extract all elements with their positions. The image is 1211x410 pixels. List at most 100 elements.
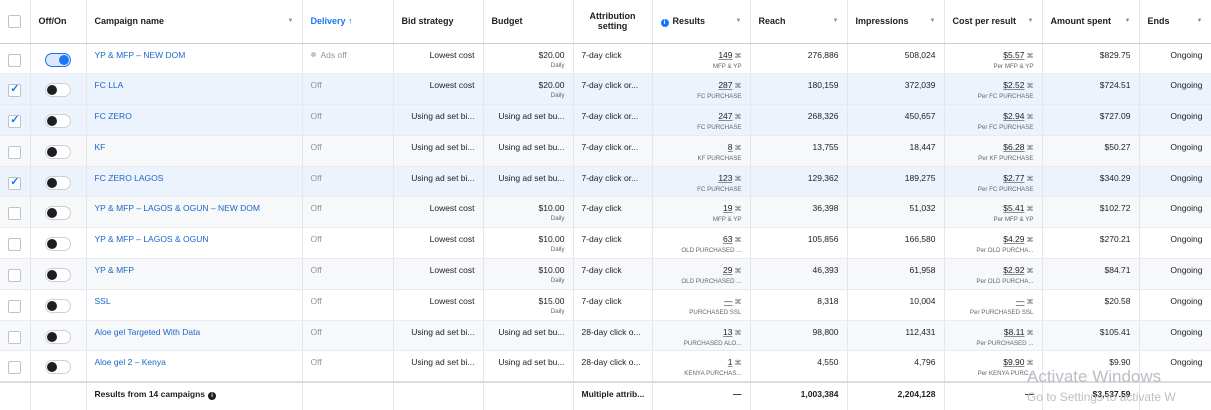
budget: Using ad set bu... — [498, 357, 565, 368]
results[interactable]: 13 ⌘ PURCHASED ALO... — [653, 321, 750, 348]
campaign-toggle[interactable] — [45, 52, 71, 67]
col-campaign-name[interactable]: Campaign name ▼ — [86, 0, 303, 44]
col-results[interactable]: i Results ▼ — [652, 0, 751, 44]
col-delivery[interactable]: Delivery ↑ — [302, 0, 394, 44]
row-checkbox[interactable] — [8, 330, 22, 344]
table-row[interactable]: SSL Off Lowest cost $15.00 Daily 7-day cl… — [0, 289, 1211, 321]
row-checkbox[interactable] — [8, 361, 22, 375]
row-checkbox[interactable] — [8, 269, 22, 283]
campaign-name-link[interactable]: YP & MFP — [87, 259, 302, 276]
col-cost-per-result[interactable]: Cost per result ▼ — [944, 0, 1043, 44]
campaign-name-link[interactable]: YP & MFP – NEW DOM — [87, 44, 302, 61]
results[interactable]: 287 ⌘ FC PURCHASE — [653, 74, 750, 101]
cost-per-result[interactable]: — ⌘ Per PURCHASED SSL — [945, 290, 1042, 317]
info-icon[interactable]: i — [660, 18, 669, 27]
campaign-name-link[interactable]: KF — [87, 136, 302, 153]
table-row[interactable]: Aloe gel 2 – Kenya Off Using ad set bi..… — [0, 350, 1211, 383]
select-all-header[interactable] — [0, 0, 31, 44]
cost-per-result[interactable]: $2.77 ⌘ Per FC PURCHASE — [945, 167, 1042, 194]
table-row[interactable]: YP & MFP Off Lowest cost $10.00 Daily 7-d… — [0, 258, 1211, 290]
cost-per-result[interactable]: $5.41 ⌘ Per MFP & YP — [945, 197, 1042, 224]
campaign-toggle[interactable] — [45, 237, 71, 252]
campaign-toggle[interactable] — [45, 83, 71, 98]
campaign-name-link[interactable]: FC ZERO LAGOS — [87, 167, 302, 184]
info-icon[interactable]: i — [208, 391, 217, 400]
cost-per-result[interactable]: $9.90 ⌘ Per KENYA PURC... — [945, 351, 1042, 378]
budget-sub: Daily — [550, 277, 565, 285]
cost-per-result[interactable]: $5.57 ⌘ Per MFP & YP — [945, 44, 1042, 71]
select-all-checkbox[interactable] — [8, 14, 22, 28]
cpr-sub: Per OLD PURCHA... — [976, 247, 1034, 255]
campaign-name-link[interactable]: FC ZERO — [87, 105, 302, 122]
results[interactable]: — ⌘ PURCHASED SSL — [653, 290, 750, 317]
row-checkbox[interactable] — [8, 145, 22, 159]
results[interactable]: 29 ⌘ OLD PURCHASED ... — [653, 259, 750, 286]
table-row[interactable]: FC ZERO Off Using ad set bi... Using ad … — [0, 104, 1211, 136]
row-checkbox[interactable] — [8, 53, 22, 67]
delivery-status: Off — [310, 234, 322, 245]
campaign-name-link[interactable]: Aloe gel Targeted With Data — [87, 321, 302, 338]
table-row[interactable]: FC ZERO LAGOS Off Using ad set bi... Usi… — [0, 166, 1211, 198]
col-budget[interactable]: Budget — [483, 0, 574, 44]
row-checkbox[interactable] — [8, 175, 22, 190]
results[interactable]: 19 ⌘ MFP & YP — [653, 197, 750, 224]
campaign-name-link[interactable]: Aloe gel 2 – Kenya — [87, 351, 302, 368]
cost-per-result[interactable]: $2.52 ⌘ Per FC PURCHASE — [945, 74, 1042, 101]
table-row[interactable]: YP & MFP – LAGOS & OGUN – NEW DOM Off Lo… — [0, 196, 1211, 229]
col-bid-strategy[interactable]: Bid strategy — [393, 0, 484, 44]
results[interactable]: 8 ⌘ KF PURCHASE — [653, 136, 750, 163]
compare-icon: ⌘ — [734, 114, 742, 122]
campaign-name-link[interactable]: SSL — [87, 290, 302, 307]
table-row[interactable]: KF Off Using ad set bi... Using ad set b… — [0, 135, 1211, 167]
compare-icon: ⌘ — [1026, 360, 1034, 368]
row-checkbox[interactable] — [8, 207, 22, 221]
ends: Ongoing — [1170, 111, 1203, 122]
campaign-name-link[interactable]: YP & MFP – LAGOS & OGUN – NEW DOM — [87, 197, 302, 214]
row-checkbox[interactable] — [8, 113, 22, 129]
campaign-toggle[interactable] — [45, 175, 71, 190]
amount-spent: $727.09 — [1099, 111, 1131, 122]
cost-per-result[interactable]: $8.11 ⌘ Per PURCHASED ... — [945, 321, 1042, 348]
impressions: 166,580 — [904, 234, 936, 245]
results[interactable]: 63 ⌘ OLD PURCHASED ... — [653, 228, 750, 255]
budget-sub: Daily — [550, 307, 565, 315]
cost-per-result[interactable]: $4.29 ⌘ Per OLD PURCHA... — [945, 228, 1042, 255]
col-impressions[interactable]: Impressions ▼ — [847, 0, 945, 44]
table-row[interactable]: YP & MFP – NEW DOM Ads off Lowest cost $… — [0, 43, 1211, 75]
campaign-toggle[interactable] — [45, 206, 71, 221]
budget: Using ad set bu... — [498, 111, 565, 122]
col-amount-spent[interactable]: Amount spent ▼ — [1042, 0, 1140, 44]
campaign-toggle[interactable] — [45, 144, 71, 159]
impressions: 51,032 — [909, 203, 936, 214]
results[interactable]: 1 ⌘ KENYA PURCHAS... — [653, 351, 750, 378]
reach: 4,550 — [817, 357, 839, 368]
delivery-status: Off — [310, 141, 322, 152]
campaign-name-link[interactable]: YP & MFP – LAGOS & OGUN — [87, 228, 302, 245]
impressions: 10,004 — [909, 295, 936, 306]
results[interactable]: 123 ⌘ FC PURCHASE — [653, 167, 750, 194]
col-offon[interactable]: Off/On — [30, 0, 87, 44]
campaign-toggle[interactable] — [45, 298, 71, 313]
cost-per-result[interactable]: $2.94 ⌘ Per FC PURCHASE — [945, 105, 1042, 132]
campaign-toggle[interactable] — [45, 114, 71, 129]
table-row[interactable]: FC LLA Off Lowest cost $20.00Daily 7-day… — [0, 73, 1211, 106]
cost-per-result[interactable]: $6.28 ⌘ Per KF PURCHASE — [945, 136, 1042, 163]
summary-attribution: Multiple attrib... — [581, 388, 645, 399]
campaign-toggle[interactable] — [45, 360, 71, 375]
campaign-toggle[interactable] — [45, 268, 71, 283]
col-attribution[interactable]: Attribution setting — [573, 0, 653, 44]
col-reach[interactable]: Reach ▼ — [750, 0, 848, 44]
cpr-sub: Per FC PURCHASE — [977, 124, 1034, 132]
row-checkbox[interactable] — [8, 238, 22, 252]
cost-per-result[interactable]: $2.92 ⌘ Per OLD PURCHA... — [945, 259, 1042, 286]
table-row[interactable]: YP & MFP – LAGOS & OGUN Off Lowest cost … — [0, 227, 1211, 260]
results[interactable]: 247 ⌘ FC PURCHASE — [653, 105, 750, 132]
results[interactable]: 149 ⌘ MFP & YP — [653, 44, 750, 71]
budget: $10.00 Daily — [484, 228, 573, 254]
table-row[interactable]: Aloe gel Targeted With Data Off Using ad… — [0, 320, 1211, 352]
campaign-name-link[interactable]: FC LLA — [87, 74, 302, 91]
row-checkbox[interactable] — [8, 82, 22, 98]
col-ends[interactable]: Ends ▼ — [1139, 0, 1211, 44]
row-checkbox[interactable] — [8, 299, 22, 313]
campaign-toggle[interactable] — [45, 329, 71, 344]
